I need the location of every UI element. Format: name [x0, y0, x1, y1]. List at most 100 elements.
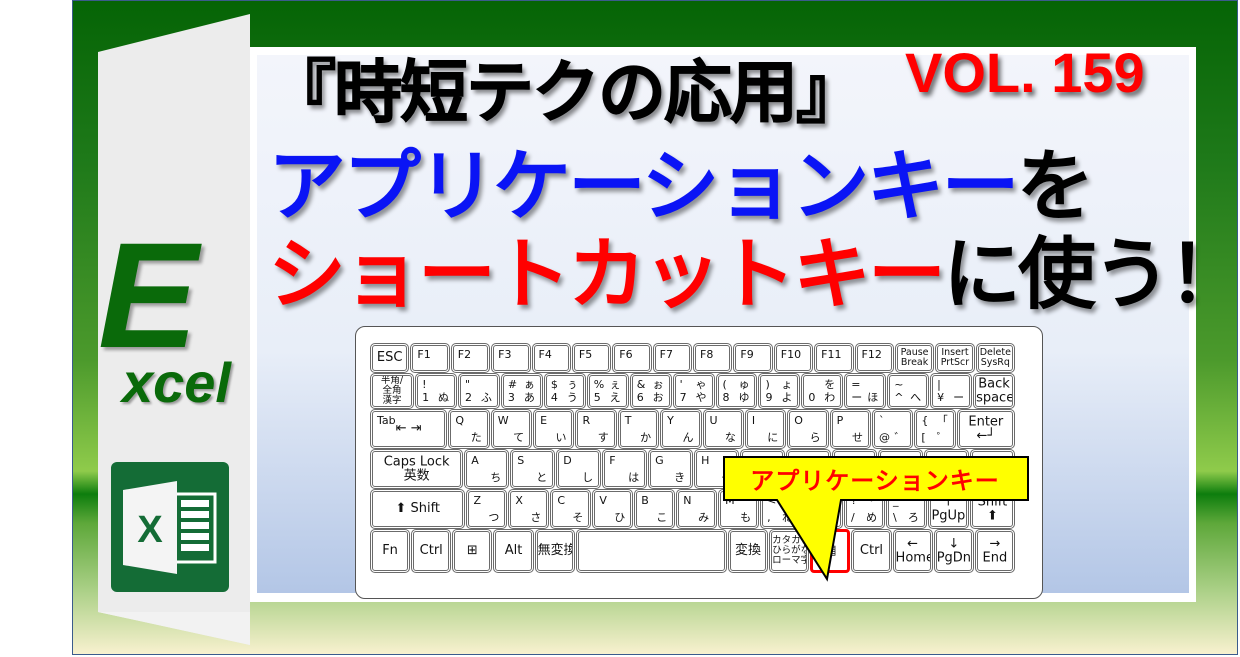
key-legend: F5	[578, 348, 593, 361]
key-legend: )	[765, 378, 770, 391]
key-legend: F11	[821, 348, 842, 361]
number-row-key: (ゅ 8 ゆ	[715, 373, 758, 409]
key-legend: (	[722, 378, 727, 391]
key-legend: え	[609, 391, 621, 404]
shift-row-key: Vひ	[592, 489, 634, 529]
key-legend: G	[655, 454, 664, 467]
key-legend: B	[641, 494, 649, 507]
key-legend: よ	[781, 391, 793, 404]
bottom-row-key	[575, 529, 727, 573]
key-legend: Ctrl	[419, 543, 443, 559]
shift-row-key: Zつ	[466, 489, 508, 529]
key-legend: F6	[619, 348, 633, 361]
key-legend: D	[563, 454, 572, 467]
number-row-key: ~ ^ へ	[887, 373, 930, 409]
key-legend: ^	[894, 391, 904, 404]
key-legend: ぉ	[652, 378, 664, 391]
key-legend: S	[517, 454, 525, 467]
key-legend: や	[695, 391, 707, 404]
callout-label: アプリケーションキー	[750, 467, 1000, 495]
function-row-key: Pause Break	[894, 343, 935, 373]
key-legend: い	[555, 431, 567, 444]
key-legend: ふ	[480, 391, 492, 404]
key-legend: 無変換	[537, 543, 575, 559]
bottom-row-key: Fn	[370, 529, 411, 573]
number-row-key: 半角/ 全角 漢字	[370, 373, 415, 409]
function-row-key: Delete SysRq	[975, 343, 1015, 373]
shift-row-key: Nみ	[676, 489, 718, 529]
function-row-key: F1	[410, 343, 450, 373]
key-legend: ぁ	[523, 378, 535, 391]
key-legend: U	[709, 414, 718, 427]
key-legend: へ	[910, 391, 922, 404]
key-legend: ぬ	[437, 391, 449, 404]
key-legend: ⊞	[466, 543, 478, 559]
key-legend: C	[557, 494, 566, 507]
key-legend: [	[921, 431, 926, 444]
qwerty-row-key: Tか	[617, 409, 660, 449]
volume-number: VOL. 159	[905, 41, 1145, 104]
key-legend: Alt	[504, 543, 523, 559]
key-legend: た	[470, 431, 482, 444]
key-legend: 7	[679, 391, 687, 404]
series-title: 『時短テクの応用』	[267, 54, 864, 133]
key-legend: Y	[667, 414, 674, 427]
key-legend: F12	[861, 348, 882, 361]
key-legend: F3	[498, 348, 512, 361]
qwerty-row-key: ` @ ゛	[871, 409, 914, 449]
key-legend: T	[624, 414, 632, 427]
key-legend: ゃ	[695, 378, 707, 391]
function-row-key: F4	[531, 343, 571, 373]
function-row-key: F9	[733, 343, 773, 373]
key-legend: Enter ←┘	[968, 414, 1004, 443]
key-legend: F	[609, 454, 616, 467]
function-row-key: F2	[450, 343, 491, 373]
headline-line-1: アプリケーションキーを	[268, 148, 1094, 226]
number-row-key: ) ょ 9 よ	[758, 373, 801, 409]
headline-particle: を	[1016, 142, 1094, 232]
number-row-key: | ¥ ー	[930, 373, 973, 409]
key-legend: み	[698, 511, 710, 524]
key-legend: Z	[473, 494, 482, 507]
key-legend: `	[878, 414, 885, 427]
key-legend: %	[593, 378, 605, 391]
shift-row-key: ⬆ Shift	[370, 489, 466, 529]
excel-app-icon: X	[111, 462, 229, 592]
bottom-row-key: ⊞	[452, 529, 493, 573]
function-row-key: F7	[652, 343, 692, 373]
qwerty-row-key: Rす	[575, 409, 617, 449]
key-legend: ち	[490, 471, 502, 484]
function-row-key: ESC	[370, 343, 410, 373]
excel-logo-e: E	[98, 211, 199, 379]
key-legend: 半角/ 全角 漢字	[380, 375, 404, 406]
home-row-key: Aち	[464, 449, 510, 489]
key-legend: つ	[488, 511, 500, 524]
key-legend: F2	[457, 348, 472, 361]
key-legend: ⬆ Shift	[395, 501, 441, 517]
key-legend: Caps Lock 英数	[383, 454, 450, 483]
key-legend: F9	[740, 348, 754, 361]
key-legend: 9	[765, 391, 773, 404]
number-row-key: " 2 ふ	[457, 373, 500, 409]
function-row-key: F10	[773, 343, 814, 373]
key-legend: {	[921, 414, 929, 427]
key-legend: !	[422, 378, 427, 391]
key-legend: Pause Break	[900, 347, 929, 368]
key-legend: 5	[593, 391, 601, 404]
key-legend: さ	[530, 511, 542, 524]
key-legend: P	[836, 414, 844, 427]
key-legend: ~	[894, 378, 904, 391]
excel-logo-xcel: xcel	[122, 351, 231, 414]
key-legend: "	[464, 378, 471, 391]
shift-row-key: Cそ	[550, 489, 592, 529]
key-legend: ゆ	[738, 391, 750, 404]
key-legend: H	[701, 454, 710, 467]
qwerty-row-key: Enter ←┘	[956, 409, 1015, 449]
key-legend: ょ	[781, 378, 793, 391]
headline-accent-red: ショートカットキー	[268, 230, 946, 320]
key-legend: 3	[507, 391, 515, 404]
key-legend: し	[582, 471, 594, 484]
key-legend: 1	[422, 391, 430, 404]
bottom-row-key: 無変換	[534, 529, 575, 573]
bottom-row-key: Ctrl	[411, 529, 452, 573]
